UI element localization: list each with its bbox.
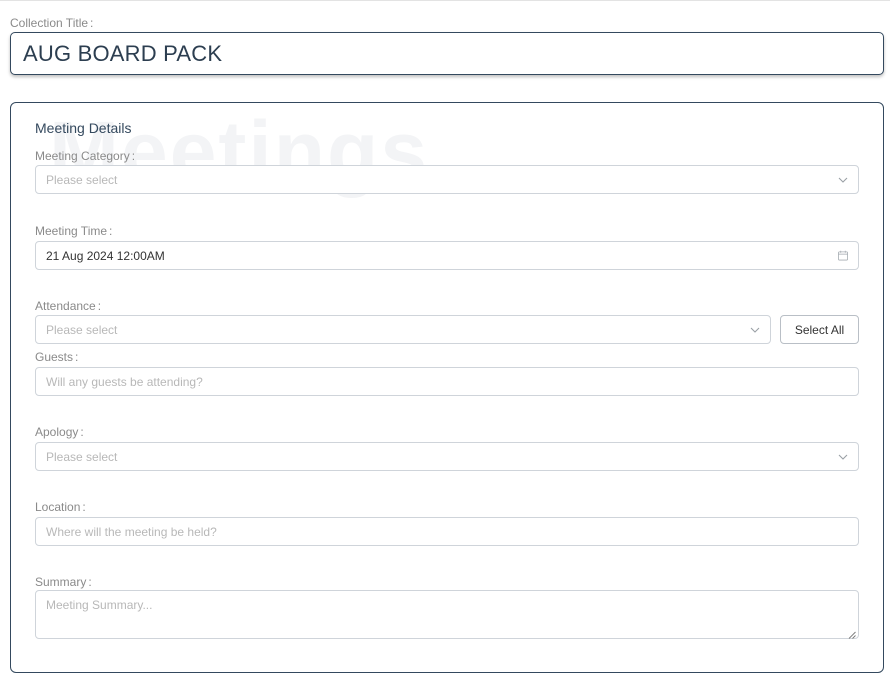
location-input[interactable]: Where will the meeting be held? — [35, 517, 859, 546]
meeting-category-label: Meeting Category: — [35, 149, 136, 163]
meeting-time-value: 21 Aug 2024 12:00AM — [46, 248, 165, 263]
guests-label: Guests: — [35, 350, 79, 364]
chevron-down-icon — [750, 325, 760, 335]
resize-handle-icon[interactable] — [848, 628, 856, 639]
select-all-button[interactable]: Select All — [780, 315, 859, 344]
meeting-time-picker[interactable]: 21 Aug 2024 12:00AM — [35, 241, 859, 270]
calendar-icon[interactable] — [838, 250, 848, 261]
collection-title-input[interactable] — [11, 33, 883, 74]
location-label: Location: — [35, 500, 86, 514]
attendance-label: Attendance: — [35, 299, 102, 313]
summary-placeholder: Meeting Summary... — [46, 598, 153, 612]
attendance-placeholder: Please select — [46, 322, 118, 337]
summary-textarea[interactable]: Meeting Summary... — [35, 590, 859, 639]
chevron-down-icon — [838, 452, 848, 462]
meeting-details-panel: Meetings Meeting Details Meeting Categor… — [10, 102, 884, 673]
section-title: Meeting Details — [35, 120, 132, 136]
location-placeholder: Where will the meeting be held? — [46, 524, 217, 539]
meeting-category-placeholder: Please select — [46, 172, 118, 187]
apology-placeholder: Please select — [46, 449, 118, 464]
guests-placeholder: Will any guests be attending? — [46, 374, 203, 389]
apology-label: Apology: — [35, 425, 84, 439]
attendance-select[interactable]: Please select — [35, 315, 771, 344]
collection-title-label: Collection Title: — [10, 16, 94, 30]
top-divider — [0, 0, 890, 1]
summary-label: Summary: — [35, 575, 92, 589]
apology-select[interactable]: Please select — [35, 442, 859, 471]
guests-input[interactable]: Will any guests be attending? — [35, 367, 859, 396]
collection-title-field[interactable] — [10, 32, 884, 75]
meeting-time-label: Meeting Time: — [35, 224, 113, 238]
chevron-down-icon — [838, 175, 848, 185]
meeting-category-select[interactable]: Please select — [35, 165, 859, 194]
